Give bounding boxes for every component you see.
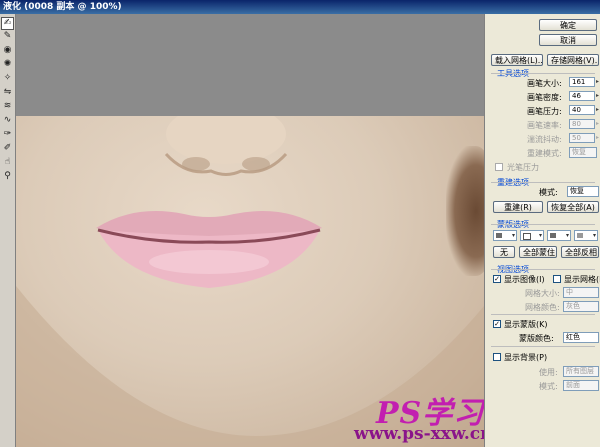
push-left-icon[interactable]: ⇋ <box>2 87 13 98</box>
mask-all-button[interactable]: 全部蒙住 <box>519 246 557 258</box>
divider <box>491 314 595 315</box>
mask-subtract-selection[interactable]: ▾ <box>547 230 571 241</box>
brush-pressure-label: 画笔压力: <box>527 107 562 116</box>
show-image-label: 显示图像(I) <box>504 275 545 284</box>
show-image-checkbox[interactable]: ✓ <box>493 275 501 283</box>
hand-icon[interactable]: ☝ <box>2 157 13 168</box>
brush-rate-slider-icon: ▸ <box>596 120 600 127</box>
mask-add-selection[interactable]: ▾ <box>520 230 544 241</box>
reconstruct-icon[interactable]: ✎ <box>2 31 13 42</box>
ok-button[interactable]: 确定 <box>539 19 597 31</box>
show-mask-label: 显示蒙版(K) <box>504 320 548 329</box>
brush-pressure-slider-icon[interactable]: ▸ <box>596 105 600 115</box>
backdrop-use-label: 使用: <box>539 368 558 377</box>
reconstruct-button[interactable]: 重建(R) <box>493 201 543 213</box>
brush-density-slider-icon[interactable]: ▸ <box>596 91 600 101</box>
pucker-icon[interactable]: ✺ <box>2 59 13 70</box>
brush-pressure-field[interactable]: 40 <box>569 105 595 115</box>
mask-none-button[interactable]: 无 <box>493 246 515 258</box>
backdrop-mode-label: 模式: <box>539 382 558 391</box>
show-backdrop-label: 显示背景(P) <box>504 353 548 362</box>
face-photo: PS学习网 www.ps-xxw.cn <box>16 116 484 447</box>
load-mesh-button[interactable]: 载入网格(L)... <box>491 54 543 66</box>
restore-all-button[interactable]: 恢复全部(A) <box>547 201 599 213</box>
forward-warp-icon[interactable]: ✍ <box>1 17 14 30</box>
mirror-icon[interactable]: ≋ <box>2 101 13 112</box>
preview-canvas[interactable]: PS学习网 www.ps-xxw.cn <box>16 14 484 447</box>
divider <box>491 224 595 225</box>
mask-replace-selection[interactable]: ▾ <box>493 230 517 241</box>
reconstruct-mode-label-2: 模式: <box>539 188 558 197</box>
show-mesh-checkbox[interactable] <box>553 275 561 283</box>
backdrop-mode-select: 前面 <box>563 380 599 391</box>
brush-density-field[interactable]: 46 <box>569 91 595 101</box>
thaw-mask-icon[interactable]: ✐ <box>2 143 13 154</box>
mask-color-select[interactable]: 红色 <box>563 332 599 343</box>
brush-rate-label: 画笔速率: <box>527 121 562 130</box>
twirl-clockwise-icon[interactable]: ◉ <box>2 45 13 56</box>
reconstruct-mode-select: 恢复 <box>569 147 597 158</box>
mesh-color-label: 网格颜色: <box>525 303 560 312</box>
liquify-toolbar: ✍ ✎ ◉ ✺ ✧ ⇋ ≋ ∿ ✑ ✐ ☝ ⚲ <box>0 14 16 447</box>
brush-size-field[interactable]: 161 <box>569 77 595 87</box>
mask-color-label: 蒙版颜色: <box>519 334 554 343</box>
bloat-icon[interactable]: ✧ <box>2 73 13 84</box>
divider <box>491 346 595 347</box>
brush-size-slider-icon[interactable]: ▸ <box>596 77 600 87</box>
turbulent-jitter-slider-icon: ▸ <box>596 134 600 141</box>
divider <box>491 73 595 74</box>
nose-shape <box>164 116 288 176</box>
backdrop-use-select: 所有图层 <box>563 366 599 377</box>
brush-rate-field: 80 <box>569 119 595 129</box>
window-title: 液化 (0008 副本 @ 100%) <box>0 0 600 14</box>
divider <box>491 269 595 270</box>
show-backdrop-checkbox[interactable] <box>493 353 501 361</box>
watermark-url: www.ps-xxw.cn <box>354 424 484 444</box>
mask-intersect-selection[interactable]: ▾ <box>574 230 598 241</box>
freeze-mask-icon[interactable]: ✑ <box>2 129 13 140</box>
zoom-icon[interactable]: ⚲ <box>2 171 13 182</box>
reconstruct-mode-label: 重建模式: <box>527 149 562 158</box>
stylus-pressure-checkbox <box>495 163 503 171</box>
stylus-pressure-label: 光笔压力 <box>507 163 539 172</box>
cancel-button[interactable]: 取消 <box>539 34 597 46</box>
invert-all-button[interactable]: 全部反相 <box>561 246 599 258</box>
turbulent-jitter-field: 50 <box>569 133 595 143</box>
save-mesh-button[interactable]: 存储网格(V)... <box>547 54 599 66</box>
turbulence-icon[interactable]: ∿ <box>2 115 13 126</box>
canvas-background <box>16 14 484 116</box>
brush-size-label: 画笔大小: <box>527 79 562 88</box>
hair-area <box>446 146 484 276</box>
mesh-size-label: 网格大小: <box>525 289 560 298</box>
reconstruct-mode-dropdown[interactable]: 恢复 <box>567 186 599 197</box>
divider <box>491 182 595 183</box>
show-mask-checkbox[interactable]: ✓ <box>493 320 501 328</box>
show-mesh-label: 显示网格(E) <box>564 275 600 284</box>
options-panel: 确定 取消 载入网格(L)... 存储网格(V)... 工具选项 画笔大小: 1… <box>484 14 600 447</box>
turbulent-jitter-label: 湍流抖动: <box>527 135 562 144</box>
brush-density-label: 画笔密度: <box>527 93 562 102</box>
mesh-color-select: 灰色 <box>563 301 599 312</box>
mesh-size-select: 中 <box>563 287 599 298</box>
